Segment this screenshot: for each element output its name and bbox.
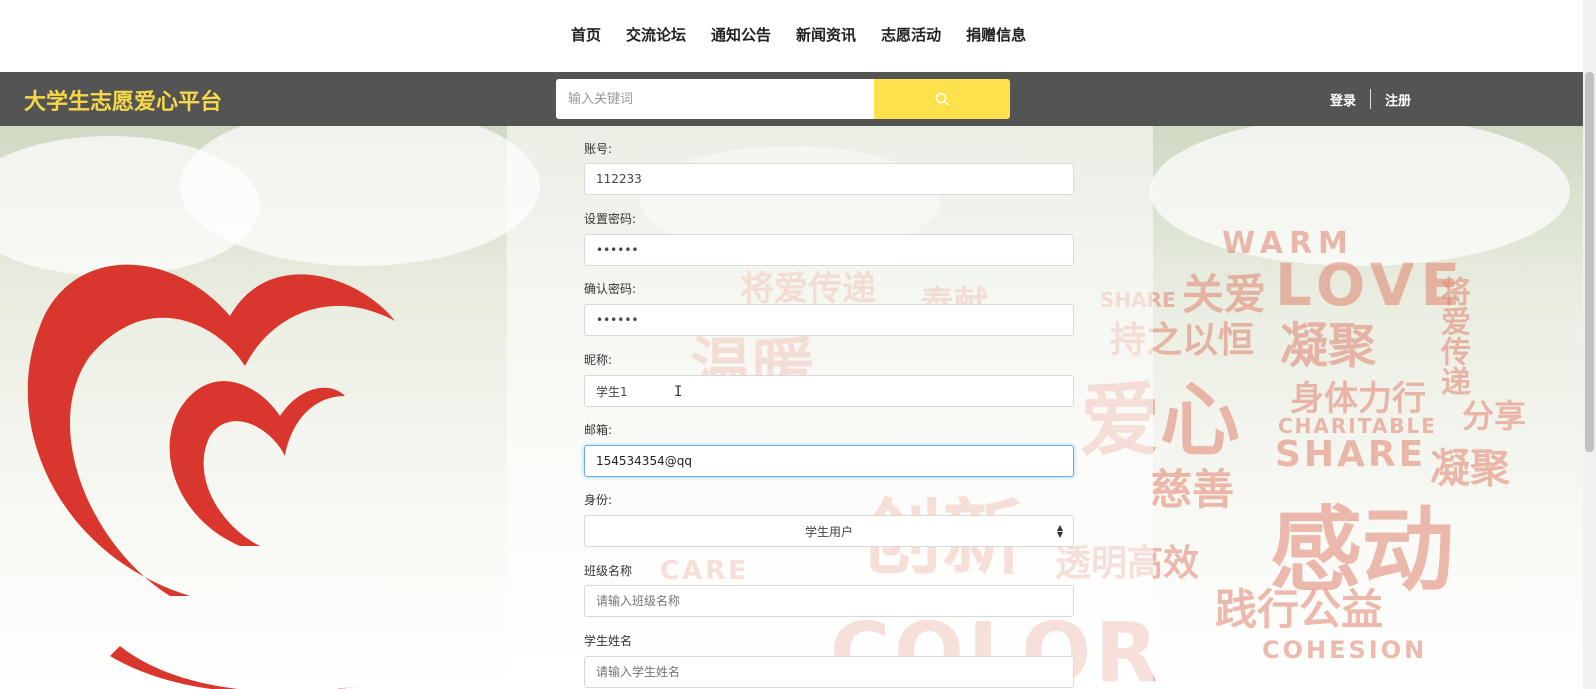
nav-item-news[interactable]: 新闻资讯 — [796, 24, 856, 45]
identity-select[interactable]: 学生用户 ▲ ▼ — [584, 515, 1074, 547]
class-name-field[interactable] — [584, 585, 1074, 617]
auth-links: 登录 注册 — [1330, 89, 1411, 109]
nickname-label: 昵称: — [584, 353, 613, 367]
heart-logo-icon — [27, 264, 395, 689]
nav-item-donations[interactable]: 捐赠信息 — [966, 24, 1026, 45]
nav-item-home[interactable]: 首页 — [571, 24, 601, 45]
nav-item-forum[interactable]: 交流论坛 — [626, 24, 686, 45]
search-button[interactable] — [874, 79, 1010, 119]
password-label: 设置密码: — [584, 212, 637, 226]
text-cursor-icon: I — [674, 384, 683, 400]
account-label: 账号: — [584, 142, 613, 156]
confirm-password-field[interactable]: •••••• — [584, 304, 1074, 336]
scrollbar-thumb[interactable] — [1585, 72, 1594, 452]
nav-item-volunteer-activities[interactable]: 志愿活动 — [881, 24, 941, 45]
select-arrows-icon: ▲ ▼ — [1056, 523, 1063, 539]
identity-label: 身份: — [584, 493, 613, 507]
nickname-field[interactable]: 学生1 — [584, 375, 1074, 407]
account-field[interactable]: 112233 — [584, 163, 1074, 195]
auth-divider — [1370, 89, 1372, 109]
register-link[interactable]: 注册 — [1385, 90, 1411, 109]
login-link[interactable]: 登录 — [1330, 90, 1356, 109]
email-label: 邮箱: — [584, 423, 613, 437]
confirm-password-label: 确认密码: — [584, 282, 637, 296]
nav-item-notices[interactable]: 通知公告 — [711, 24, 771, 45]
student-name-label: 学生姓名 — [584, 634, 633, 648]
page-scrollbar[interactable] — [1583, 0, 1596, 689]
password-field[interactable]: •••••• — [584, 234, 1074, 266]
email-field[interactable]: 154534354@qq — [584, 445, 1074, 477]
header-bar: 大学生志愿爱心平台 登录 注册 — [0, 72, 1596, 126]
student-name-field[interactable] — [584, 656, 1074, 688]
search-input[interactable] — [556, 79, 874, 119]
top-navigation: 首页 交流论坛 通知公告 新闻资讯 志愿活动 捐赠信息 — [0, 0, 1596, 72]
identity-selected-value: 学生用户 — [804, 524, 853, 539]
class-name-label: 班级名称 — [584, 564, 633, 578]
search-icon — [935, 92, 949, 106]
site-brand[interactable]: 大学生志愿爱心平台 — [24, 84, 222, 116]
